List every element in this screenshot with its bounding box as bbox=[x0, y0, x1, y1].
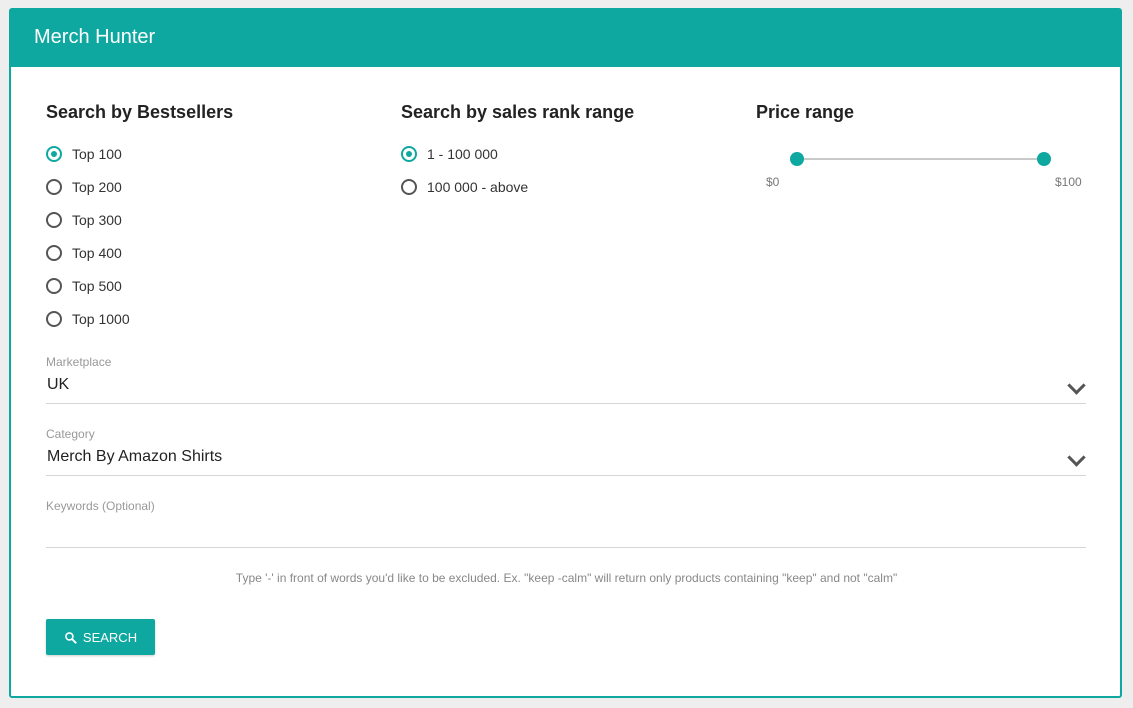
category-select[interactable]: Merch By Amazon Shirts bbox=[46, 445, 1086, 475]
radio-top-400[interactable]: Top 400 bbox=[46, 242, 122, 264]
radio-top-1000[interactable]: Top 1000 bbox=[46, 308, 130, 330]
keywords-input[interactable] bbox=[46, 516, 1086, 544]
price-slider-track[interactable] bbox=[797, 158, 1044, 160]
price-range-title: Price range bbox=[756, 102, 855, 122]
keywords-hint: Type '-' in front of words you'd like to… bbox=[235, 571, 898, 585]
radio-button[interactable] bbox=[46, 245, 62, 261]
chevron-down-icon bbox=[1067, 448, 1086, 467]
radio-label: Top 1000 bbox=[72, 311, 130, 327]
radio-rank-1-100000[interactable]: 1 - 100 000 bbox=[401, 143, 498, 165]
radio-top-500[interactable]: Top 500 bbox=[46, 275, 122, 297]
price-max-label: $100 bbox=[1055, 175, 1082, 189]
radio-label: 100 000 - above bbox=[427, 179, 529, 195]
radio-label: Top 300 bbox=[72, 212, 122, 228]
keywords-underline bbox=[46, 547, 1086, 548]
bestsellers-title: Search by Bestsellers bbox=[46, 102, 234, 122]
category-underline bbox=[46, 475, 1086, 476]
app-title: Merch Hunter bbox=[34, 26, 156, 48]
radio-rank-100000-above[interactable]: 100 000 - above bbox=[401, 176, 528, 198]
price-slider-min-thumb[interactable] bbox=[790, 152, 804, 166]
radio-top-300[interactable]: Top 300 bbox=[46, 209, 122, 231]
radio-label: Top 200 bbox=[72, 179, 122, 195]
keywords-label: Keywords (Optional) bbox=[46, 499, 155, 513]
search-button-label: SEARCH bbox=[82, 629, 138, 645]
marketplace-select[interactable]: UK bbox=[46, 373, 1086, 403]
radio-label: Top 100 bbox=[72, 146, 122, 162]
marketplace-underline bbox=[46, 403, 1086, 404]
chevron-down-icon bbox=[1067, 376, 1086, 395]
price-min-label: $0 bbox=[766, 175, 780, 189]
radio-button-checked[interactable] bbox=[46, 146, 62, 162]
radio-top-100[interactable]: Top 100 bbox=[46, 143, 122, 165]
radio-label: Top 400 bbox=[72, 245, 122, 261]
marketplace-label: Marketplace bbox=[46, 355, 112, 369]
search-button[interactable]: SEARCH bbox=[46, 619, 155, 655]
radio-button[interactable] bbox=[46, 212, 62, 228]
radio-button[interactable] bbox=[401, 179, 417, 195]
card-header: Merch Hunter bbox=[11, 10, 1120, 67]
radio-label: 1 - 100 000 bbox=[427, 146, 498, 162]
radio-button-checked[interactable] bbox=[401, 146, 417, 162]
radio-button[interactable] bbox=[46, 278, 62, 294]
category-value: Merch By Amazon Shirts bbox=[47, 448, 223, 465]
radio-button[interactable] bbox=[46, 179, 62, 195]
radio-top-200[interactable]: Top 200 bbox=[46, 176, 122, 198]
radio-label: Top 500 bbox=[72, 278, 122, 294]
radio-button[interactable] bbox=[46, 311, 62, 327]
category-label: Category bbox=[46, 427, 95, 441]
marketplace-value: UK bbox=[47, 376, 70, 393]
sales-rank-title: Search by sales rank range bbox=[401, 102, 635, 122]
search-icon bbox=[64, 631, 77, 644]
price-slider-max-thumb[interactable] bbox=[1037, 152, 1051, 166]
